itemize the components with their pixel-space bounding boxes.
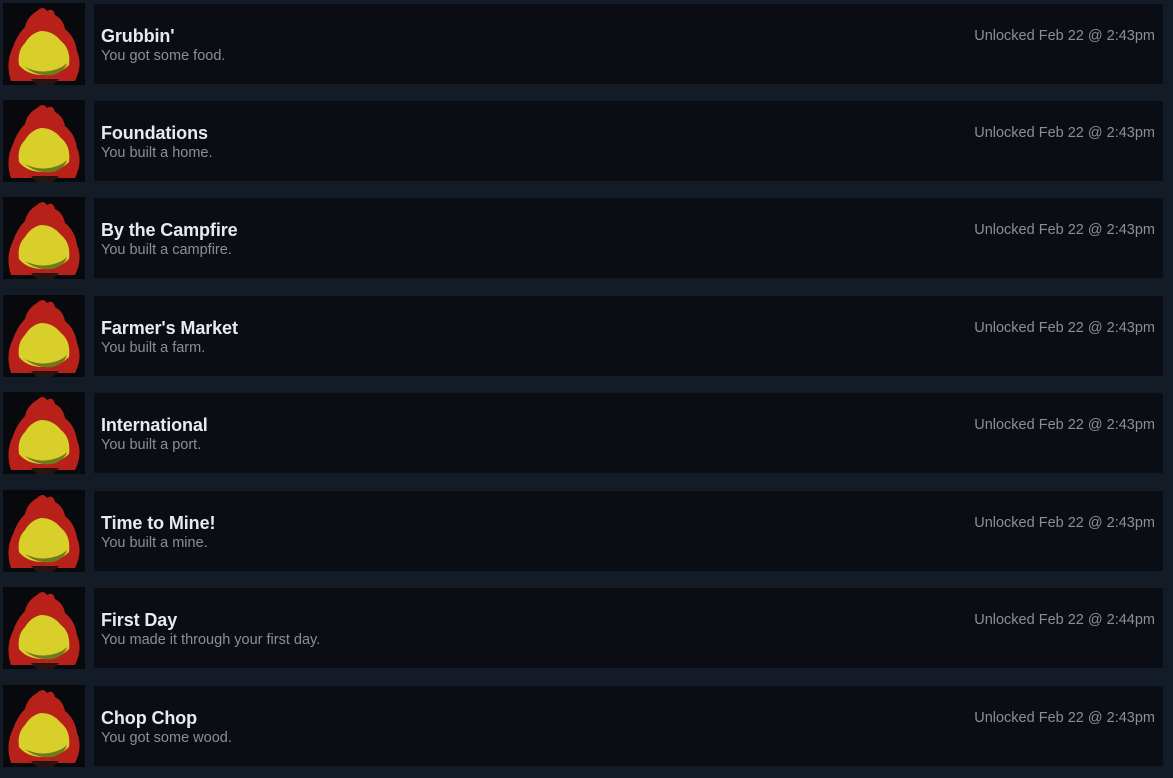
achievement-body: Time to Mine! You built a mine. Unlocked… bbox=[94, 491, 1163, 571]
achievement-title: First Day bbox=[101, 610, 178, 630]
achievement-row: By the Campfire You built a campfire. Un… bbox=[3, 197, 1163, 279]
achievement-description: You got some food. bbox=[101, 48, 226, 64]
achievement-description: You made it through your first day. bbox=[101, 632, 321, 648]
achievement-title: By the Campfire bbox=[101, 220, 238, 240]
achievement-row: First Day You made it through your first… bbox=[3, 587, 1163, 669]
campfire-icon bbox=[3, 392, 85, 474]
achievement-body: Grubbin' You got some food. Unlocked Feb… bbox=[94, 4, 1163, 84]
achievement-description: You built a campfire. bbox=[101, 242, 232, 258]
achievement-description: You got some wood. bbox=[101, 730, 232, 746]
achievement-body: Chop Chop You got some wood. Unlocked Fe… bbox=[94, 686, 1163, 766]
achievement-title: Farmer's Market bbox=[101, 318, 238, 338]
unlock-timestamp: Unlocked Feb 22 @ 2:43pm bbox=[974, 417, 1155, 433]
unlock-timestamp: Unlocked Feb 22 @ 2:43pm bbox=[974, 222, 1155, 238]
achievement-title: Time to Mine! bbox=[101, 513, 216, 533]
campfire-icon bbox=[3, 3, 85, 85]
achievement-description: You built a farm. bbox=[101, 340, 206, 356]
campfire-icon bbox=[3, 587, 85, 669]
unlock-timestamp: Unlocked Feb 22 @ 2:44pm bbox=[974, 612, 1155, 628]
achievement-description: You built a mine. bbox=[101, 535, 208, 551]
campfire-icon bbox=[3, 490, 85, 572]
achievement-description: You built a port. bbox=[101, 437, 202, 453]
campfire-icon bbox=[3, 100, 85, 182]
achievement-row: Foundations You built a home. Unlocked F… bbox=[3, 100, 1163, 182]
achievement-body: International You built a port. Unlocked… bbox=[94, 393, 1163, 473]
achievement-description: You built a home. bbox=[101, 145, 213, 161]
achievement-title: Grubbin' bbox=[101, 26, 175, 46]
achievement-row: Grubbin' You got some food. Unlocked Feb… bbox=[3, 3, 1163, 85]
campfire-icon bbox=[3, 197, 85, 279]
achievement-row: International You built a port. Unlocked… bbox=[3, 392, 1163, 474]
unlock-timestamp: Unlocked Feb 22 @ 2:43pm bbox=[974, 125, 1155, 141]
achievement-row: Time to Mine! You built a mine. Unlocked… bbox=[3, 490, 1163, 572]
achievement-title: International bbox=[101, 415, 208, 435]
unlock-timestamp: Unlocked Feb 22 @ 2:43pm bbox=[974, 710, 1155, 726]
achievement-body: Foundations You built a home. Unlocked F… bbox=[94, 101, 1163, 181]
achievement-body: By the Campfire You built a campfire. Un… bbox=[94, 198, 1163, 278]
campfire-icon bbox=[3, 685, 85, 767]
unlock-timestamp: Unlocked Feb 22 @ 2:43pm bbox=[974, 320, 1155, 336]
achievement-row: Chop Chop You got some wood. Unlocked Fe… bbox=[3, 685, 1163, 767]
campfire-icon bbox=[3, 295, 85, 377]
achievement-row: Farmer's Market You built a farm. Unlock… bbox=[3, 295, 1163, 377]
achievement-body: Farmer's Market You built a farm. Unlock… bbox=[94, 296, 1163, 376]
unlock-timestamp: Unlocked Feb 22 @ 2:43pm bbox=[974, 28, 1155, 44]
achievement-list: Grubbin' You got some food. Unlocked Feb… bbox=[0, 0, 1173, 778]
unlock-timestamp: Unlocked Feb 22 @ 2:43pm bbox=[974, 515, 1155, 531]
achievement-title: Foundations bbox=[101, 123, 208, 143]
achievement-body: First Day You made it through your first… bbox=[94, 588, 1163, 668]
achievement-title: Chop Chop bbox=[101, 708, 198, 728]
